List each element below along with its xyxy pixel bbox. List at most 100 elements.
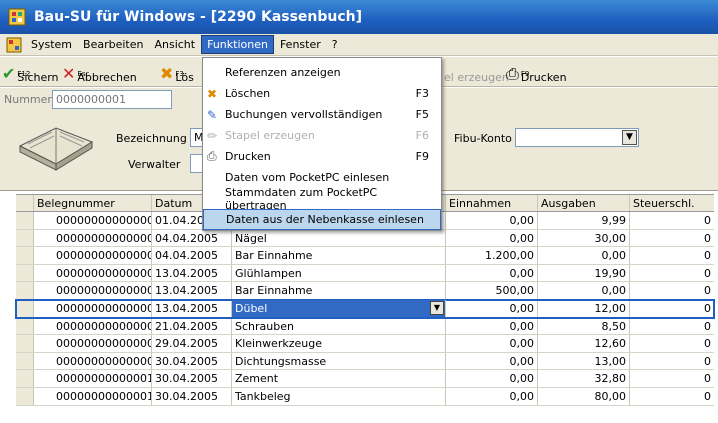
cell-steuerschl[interactable]: 0 bbox=[630, 353, 714, 370]
cell-einnahmen[interactable]: 500,00 bbox=[446, 282, 538, 299]
save-button[interactable]: ✔ F12 Sichern bbox=[2, 60, 59, 84]
cell-belegnummer[interactable]: 000000000000009 bbox=[34, 352, 152, 370]
cell-text[interactable]: Glühlampen bbox=[232, 264, 446, 282]
app-menu-icon[interactable] bbox=[6, 37, 22, 53]
cell-steuerschl[interactable]: 0 bbox=[630, 335, 714, 352]
menu-item[interactable]: Daten aus der Nebenkasse einlesen bbox=[203, 209, 441, 230]
header-einnahmen[interactable]: Einnahmen bbox=[446, 195, 538, 211]
nummer-field[interactable]: 0000000001 bbox=[52, 90, 172, 109]
cell-belegnummer[interactable]: 000000000000004 bbox=[34, 264, 152, 282]
cell-datum[interactable]: 04.04.2005 bbox=[152, 247, 232, 264]
cell-text[interactable]: Schrauben bbox=[232, 317, 446, 335]
cell-belegnummer[interactable]: 000000000000008 bbox=[34, 335, 152, 352]
fibu-konto-select[interactable]: ▼ bbox=[515, 128, 639, 147]
menu-ansicht[interactable]: Ansicht bbox=[149, 36, 200, 53]
stack-button[interactable]: el erzeugen bbox=[444, 60, 509, 84]
cell-einnahmen[interactable]: 0,00 bbox=[446, 264, 538, 282]
cell-einnahmen[interactable]: 1.200,00 bbox=[446, 247, 538, 264]
cell-belegnummer[interactable]: 000000000000005 bbox=[34, 282, 152, 299]
cell-steuerschl[interactable]: 0 bbox=[630, 300, 714, 317]
row-indicator[interactable] bbox=[16, 299, 34, 317]
cell-datum[interactable]: 30.04.2005 bbox=[152, 352, 232, 370]
row-indicator[interactable] bbox=[16, 387, 34, 405]
cell-ausgaben[interactable]: 19,90 bbox=[538, 264, 630, 282]
cell-ausgaben[interactable]: 8,50 bbox=[538, 317, 630, 335]
row-indicator[interactable] bbox=[16, 335, 34, 352]
cell-einnahmen[interactable]: 0,00 bbox=[446, 335, 538, 352]
cell-ausgaben[interactable]: 30,00 bbox=[538, 229, 630, 247]
cell-text[interactable]: Dübel ▼ bbox=[232, 299, 446, 317]
cell-ausgaben[interactable]: 12,00 bbox=[538, 299, 630, 317]
table-row[interactable]: 000000000000005 13.04.2005 Bar Einnahme 500… bbox=[16, 282, 714, 300]
menu-item[interactable]: ✎ Buchungen vervollständigen F5 bbox=[203, 104, 441, 125]
cell-belegnummer[interactable]: 000000000000001 bbox=[34, 212, 152, 229]
cell-einnahmen[interactable]: 0,00 bbox=[446, 387, 538, 405]
cell-einnahmen[interactable]: 0,00 bbox=[446, 317, 538, 335]
table-row[interactable]: 000000000000007 21.04.2005 Schrauben 0,00 8,… bbox=[16, 317, 714, 336]
row-indicator[interactable] bbox=[16, 212, 34, 229]
cell-belegnummer[interactable]: 000000000000007 bbox=[34, 317, 152, 335]
table-row[interactable]: 000000000000002 04.04.2005 Nägel 0,00 30,00 0 bbox=[16, 229, 714, 248]
cell-ausgaben[interactable]: 0,00 bbox=[538, 282, 630, 299]
cell-ausgaben[interactable]: 12,60 bbox=[538, 335, 630, 352]
cell-einnahmen[interactable]: 0,00 bbox=[446, 352, 538, 370]
cell-steuerschl[interactable]: 0 bbox=[630, 247, 714, 264]
cell-datum[interactable]: 29.04.2005 bbox=[152, 335, 232, 352]
cell-steuerschl[interactable]: 0 bbox=[630, 265, 714, 282]
cell-datum[interactable]: 13.04.2005 bbox=[152, 264, 232, 282]
cell-ausgaben[interactable]: 0,00 bbox=[538, 247, 630, 264]
cell-datum[interactable]: 30.04.2005 bbox=[152, 370, 232, 387]
delete-button[interactable]: ✖ F3 Lös bbox=[160, 60, 194, 84]
cell-einnahmen[interactable]: 0,00 bbox=[446, 229, 538, 247]
cell-text[interactable]: Tankbeleg bbox=[232, 387, 446, 405]
cell-datum[interactable]: 13.04.2005 bbox=[152, 282, 232, 299]
cell-text[interactable]: Zement bbox=[232, 370, 446, 387]
cell-text[interactable]: Nägel bbox=[232, 229, 446, 247]
cell-steuerschl[interactable]: 0 bbox=[630, 230, 714, 247]
menu-help[interactable]: ? bbox=[327, 36, 343, 53]
chevron-down-icon[interactable]: ▼ bbox=[430, 300, 444, 315]
table-row[interactable]: 000000000000006 13.04.2005 Dübel ▼ 0,00 12,00… bbox=[15, 298, 715, 319]
print-button[interactable]: ⎙ F9 Drucken bbox=[506, 60, 567, 84]
table-row[interactable]: 000000000000009 30.04.2005 Dichtungsmasse 0… bbox=[16, 352, 714, 371]
cell-belegnummer[interactable]: 000000000000003 bbox=[34, 247, 152, 264]
cell-belegnummer[interactable]: 000000000000010 bbox=[34, 370, 152, 387]
table-row[interactable]: 000000000000004 13.04.2005 Glühlampen 0,00 1… bbox=[16, 264, 714, 283]
cell-ausgaben[interactable]: 80,00 bbox=[538, 387, 630, 405]
cell-steuerschl[interactable]: 0 bbox=[630, 370, 714, 387]
cell-steuerschl[interactable]: 0 bbox=[630, 212, 714, 229]
menu-item[interactable]: Referenzen anzeigen bbox=[203, 62, 441, 83]
cell-datum[interactable]: 30.04.2005 bbox=[152, 387, 232, 405]
cell-datum[interactable]: 13.04.2005 bbox=[152, 299, 232, 317]
cell-einnahmen[interactable]: 0,00 bbox=[446, 212, 538, 229]
cell-datum[interactable]: 21.04.2005 bbox=[152, 317, 232, 335]
menu-item[interactable]: ⎙ Drucken F9 bbox=[203, 146, 441, 167]
cell-steuerschl[interactable]: 0 bbox=[630, 318, 714, 335]
cell-text[interactable]: Dichtungsmasse bbox=[232, 352, 446, 370]
table-row[interactable]: 000000000000003 04.04.2005 Bar Einnahme 1.2… bbox=[16, 247, 714, 265]
header-ausgaben[interactable]: Ausgaben bbox=[538, 195, 630, 211]
row-indicator[interactable] bbox=[16, 247, 34, 264]
cell-text[interactable]: Kleinwerkzeuge bbox=[232, 335, 446, 352]
menu-fenster[interactable]: Fenster bbox=[275, 36, 326, 53]
cell-text[interactable]: Bar Einnahme bbox=[232, 247, 446, 264]
cell-text[interactable]: Bar Einnahme bbox=[232, 282, 446, 299]
table-row[interactable]: 000000000000011 30.04.2005 Tankbeleg 0,00 80… bbox=[16, 387, 714, 406]
cell-steuerschl[interactable]: 0 bbox=[630, 282, 714, 299]
menu-system[interactable]: System bbox=[26, 36, 77, 53]
row-indicator[interactable] bbox=[16, 370, 34, 387]
menu-funktionen[interactable]: Funktionen bbox=[201, 35, 274, 54]
cell-belegnummer[interactable]: 000000000000006 bbox=[34, 299, 152, 317]
chevron-down-icon[interactable]: ▼ bbox=[622, 130, 637, 145]
cancel-button[interactable]: ✕ Esc Abbrechen bbox=[62, 60, 137, 84]
cell-belegnummer[interactable]: 000000000000011 bbox=[34, 387, 152, 405]
row-indicator[interactable] bbox=[16, 229, 34, 247]
row-indicator[interactable] bbox=[16, 264, 34, 282]
cell-datum[interactable]: 04.04.2005 bbox=[152, 229, 232, 247]
table-row[interactable]: 000000000000010 30.04.2005 Zement 0,00 32,80… bbox=[16, 370, 714, 388]
header-belegnummer[interactable]: Belegnummer bbox=[34, 195, 152, 211]
row-indicator[interactable] bbox=[16, 282, 34, 299]
cell-belegnummer[interactable]: 000000000000002 bbox=[34, 229, 152, 247]
table-row[interactable]: 000000000000008 29.04.2005 Kleinwerkzeuge 0… bbox=[16, 335, 714, 353]
cell-ausgaben[interactable]: 9,99 bbox=[538, 212, 630, 229]
